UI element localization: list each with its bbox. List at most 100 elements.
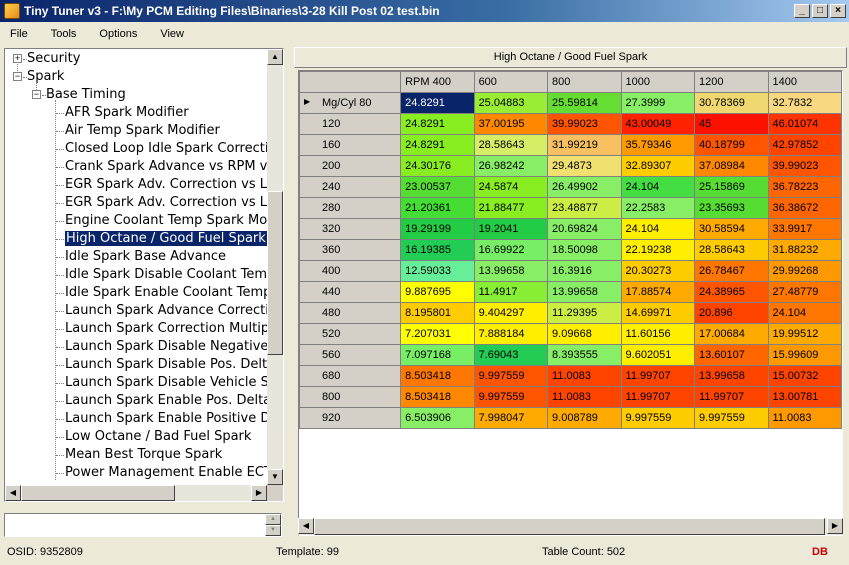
table-cell[interactable]: 8.195801 (400, 302, 475, 324)
table-tree[interactable]: + Security − Spark − Base Timing AFR Spa… (4, 48, 284, 502)
table-cell[interactable]: 46.01074 (767, 113, 842, 135)
tree-hscroll-thumb[interactable] (21, 485, 175, 501)
table-cell[interactable]: 15.99609 (767, 344, 842, 366)
table-cell[interactable]: 24.5874 (473, 176, 549, 198)
tree-item[interactable]: Idle Spark Disable Coolant Temp. (65, 266, 279, 284)
table-cell[interactable]: 9.997559 (620, 407, 696, 429)
row-header[interactable]: 480 (299, 302, 402, 324)
tree-vertical-scrollbar[interactable]: ▲ ▼ (267, 49, 283, 485)
table-cell[interactable]: 13.60107 (694, 344, 769, 366)
table-cell[interactable]: 39.99023 (547, 113, 622, 135)
menu-view[interactable]: View (160, 28, 184, 40)
grid-horizontal-scrollbar[interactable]: ◀ ▶ (298, 518, 843, 535)
table-cell[interactable]: 11.99707 (620, 386, 696, 408)
table-cell[interactable]: 13.99658 (547, 281, 622, 303)
table-cell[interactable]: 20.69824 (547, 218, 622, 240)
table-cell[interactable]: 28.58643 (694, 239, 769, 261)
table-cell[interactable]: 9.602051 (620, 344, 696, 366)
table-cell[interactable]: 23.48877 (547, 197, 622, 219)
table-cell[interactable]: 23.35693 (694, 197, 769, 219)
spin-up-icon[interactable]: ▲ (265, 514, 281, 525)
table-cell[interactable]: 24.104 (767, 302, 842, 324)
tree-item[interactable]: Launch Spark Enable Pos. Delta M (65, 392, 283, 410)
menu-file[interactable]: File (10, 28, 28, 40)
menu-options[interactable]: Options (99, 28, 137, 40)
table-cell[interactable]: 9.008789 (547, 407, 622, 429)
tree-item[interactable]: Launch Spark Correction Multiplier (65, 320, 283, 338)
table-cell[interactable]: 27.48779 (767, 281, 842, 303)
table-cell[interactable]: 11.60156 (620, 323, 696, 345)
table-cell[interactable]: 7.998047 (473, 407, 549, 429)
minimize-button[interactable]: _ (794, 4, 810, 18)
tree-item[interactable]: Power Management Enable ECT (65, 464, 272, 482)
table-cell[interactable]: 8.503418 (400, 386, 475, 408)
table-cell[interactable]: 32.7832 (767, 92, 842, 114)
column-header[interactable]: 600 (473, 71, 549, 93)
table-cell[interactable]: 29.4873 (547, 155, 622, 177)
scroll-left-icon[interactable]: ◀ (5, 485, 21, 501)
table-cell[interactable]: 8.393555 (547, 344, 622, 366)
table-cell[interactable]: 19.99512 (767, 323, 842, 345)
table-cell[interactable]: 32.89307 (620, 155, 696, 177)
row-header[interactable]: 320 (299, 218, 402, 240)
tree-node-spark[interactable]: Spark (27, 68, 64, 86)
table-cell[interactable]: 8.503418 (400, 365, 475, 387)
tree-horizontal-scrollbar[interactable]: ◀ ▶ (5, 485, 267, 501)
column-header[interactable]: 1000 (620, 71, 696, 93)
table-cell[interactable]: 19.2041 (473, 218, 549, 240)
close-button[interactable]: × (830, 4, 846, 18)
table-cell[interactable]: 26.78467 (694, 260, 769, 282)
table-cell[interactable]: 13.99658 (694, 365, 769, 387)
tree-scroll-thumb[interactable] (267, 191, 283, 355)
tree-item[interactable]: Launch Spark Enable Positive De (65, 410, 278, 428)
table-cell[interactable]: 16.3916 (547, 260, 622, 282)
row-header[interactable]: 520 (299, 323, 402, 345)
tree-item[interactable]: Idle Spark Enable Coolant Temp. (65, 284, 276, 302)
table-cell[interactable]: 9.404297 (473, 302, 549, 324)
tree-item[interactable]: Idle Spark Base Advance (65, 248, 226, 266)
table-cell[interactable]: 22.2583 (620, 197, 696, 219)
row-header[interactable]: 920 (299, 407, 402, 429)
row-header[interactable]: Mg/Cyl 80 (299, 92, 402, 114)
column-header[interactable]: 1200 (694, 71, 769, 93)
table-cell[interactable]: 15.00732 (767, 365, 842, 387)
table-cell[interactable]: 24.30176 (400, 155, 475, 177)
column-header[interactable]: 800 (547, 71, 622, 93)
scroll-up-icon[interactable]: ▲ (267, 49, 283, 65)
table-cell[interactable]: 25.59814 (547, 92, 622, 114)
table-cell[interactable]: 13.00781 (767, 386, 842, 408)
table-cell[interactable]: 11.4917 (473, 281, 549, 303)
tree-item[interactable]: High Octane / Good Fuel Spark (65, 230, 267, 248)
table-cell[interactable]: 11.29395 (547, 302, 622, 324)
row-header[interactable]: 360 (299, 239, 402, 261)
table-cell[interactable]: 24.8291 (400, 92, 475, 114)
tree-item[interactable]: Engine Coolant Temp Spark Modif (65, 212, 283, 230)
table-cell[interactable]: 26.98242 (473, 155, 549, 177)
table-cell[interactable]: 31.99219 (547, 134, 622, 156)
table-cell[interactable]: 25.04883 (473, 92, 549, 114)
grid-scroll-right-icon[interactable]: ▶ (827, 518, 843, 534)
row-header[interactable]: 680 (299, 365, 402, 387)
collapse-base-timing-icon[interactable]: − (32, 90, 41, 99)
spin-down-icon[interactable]: ▼ (265, 525, 281, 536)
row-header[interactable]: 280 (299, 197, 402, 219)
table-cell[interactable]: 24.104 (620, 218, 696, 240)
table-cell[interactable]: 11.0083 (547, 386, 622, 408)
tree-item[interactable]: Closed Loop Idle Spark Correction (65, 140, 283, 158)
table-cell[interactable]: 30.58594 (694, 218, 769, 240)
row-header[interactable]: 160 (299, 134, 402, 156)
tree-item[interactable]: AFR Spark Modifier (65, 104, 189, 122)
column-header[interactable]: RPM 400 (400, 71, 475, 93)
table-cell[interactable]: 24.104 (620, 176, 696, 198)
table-cell[interactable]: 21.88477 (473, 197, 549, 219)
row-header[interactable]: 800 (299, 386, 402, 408)
table-cell[interactable]: 26.49902 (547, 176, 622, 198)
table-cell[interactable]: 16.19385 (400, 239, 475, 261)
table-cell[interactable]: 20.30273 (620, 260, 696, 282)
table-cell[interactable]: 9.997559 (473, 365, 549, 387)
table-cell[interactable]: 30.78369 (694, 92, 769, 114)
tree-item[interactable]: Launch Spark Advance Correction (65, 302, 283, 320)
grid-scroll-left-icon[interactable]: ◀ (298, 518, 314, 534)
table-cell[interactable]: 7.097168 (400, 344, 475, 366)
row-header[interactable]: 240 (299, 176, 402, 198)
